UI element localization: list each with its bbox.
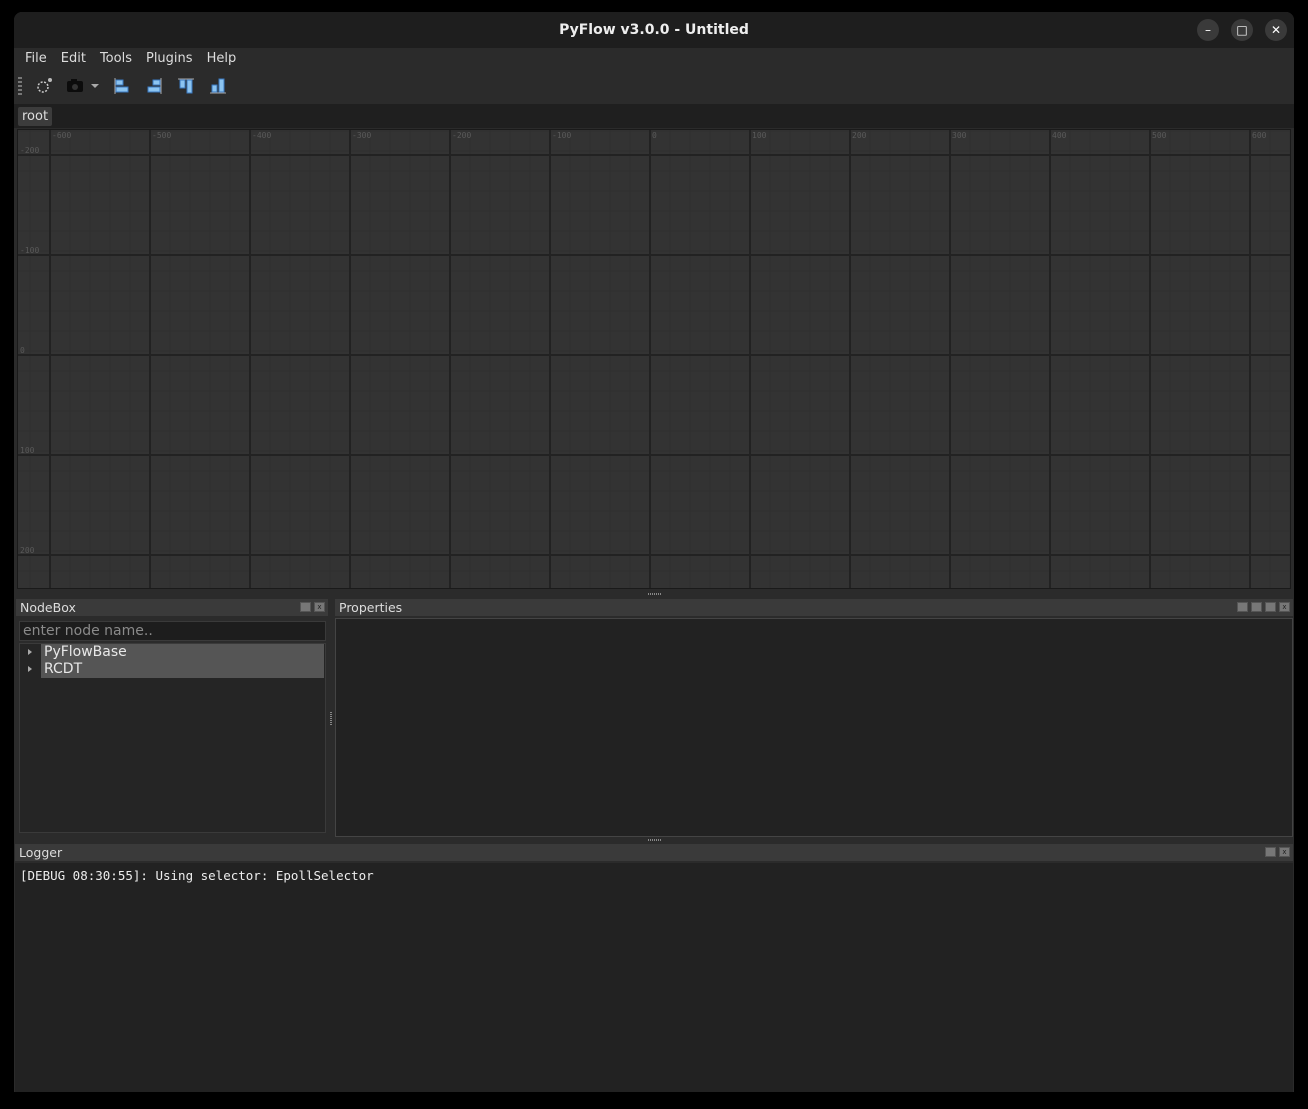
tree-item-pyflowbase[interactable]: PyFlowBase <box>28 644 324 661</box>
close-icon[interactable]: x <box>314 602 325 612</box>
x-ruler-label: -600 <box>52 131 71 140</box>
menu-help[interactable]: Help <box>200 48 244 70</box>
menu-tools[interactable]: Tools <box>93 48 139 70</box>
float-icon[interactable] <box>1265 847 1276 857</box>
x-ruler-label: 300 <box>952 131 967 140</box>
breadcrumb-root[interactable]: root <box>18 107 53 126</box>
menu-edit[interactable]: Edit <box>54 48 93 70</box>
align-top-button[interactable] <box>170 71 202 101</box>
close-button[interactable]: ✕ <box>1265 19 1287 41</box>
graph-breadcrumb: root <box>14 104 1294 128</box>
toolbar-grip[interactable] <box>18 77 22 95</box>
x-ruler-label: -400 <box>252 131 271 140</box>
logger-dock: Logger x [DEBUG 08:30:55]: Using selecto… <box>15 844 1293 1092</box>
vertical-splitter-bottom[interactable] <box>648 839 662 841</box>
properties-title: Properties <box>339 600 403 615</box>
settings-button[interactable] <box>28 71 60 101</box>
align-right-icon <box>147 78 162 94</box>
menu-file[interactable]: File <box>18 48 54 70</box>
y-ruler-label: -200 <box>20 146 39 155</box>
x-ruler-label: 200 <box>852 131 867 140</box>
tree-item-rcdt[interactable]: RCDT <box>28 661 324 678</box>
align-left-button[interactable] <box>106 71 138 101</box>
x-ruler-label: 100 <box>752 131 767 140</box>
close-icon[interactable]: x <box>1279 847 1290 857</box>
align-left-icon <box>114 78 129 94</box>
properties-panel <box>335 618 1293 837</box>
vertical-splitter-top[interactable] <box>648 593 662 595</box>
expand-arrow-icon[interactable] <box>28 666 32 672</box>
menu-plugins[interactable]: Plugins <box>139 48 200 70</box>
settings-icon <box>37 78 52 93</box>
tree-item-label: PyFlowBase <box>44 644 127 660</box>
log-line: [DEBUG 08:30:55]: Using selector: EpollS… <box>20 868 374 883</box>
x-ruler-label: 500 <box>1152 131 1167 140</box>
logger-title: Logger <box>19 845 63 860</box>
x-ruler-label: -300 <box>352 131 371 140</box>
x-ruler-label: -500 <box>152 131 171 140</box>
float-icon[interactable] <box>300 602 311 612</box>
toolbar <box>14 70 1294 102</box>
x-ruler-label: 600 <box>1252 131 1267 140</box>
align-top-icon <box>178 78 194 94</box>
graph-canvas[interactable]: -600 -500 -400 -300 -200 -100 0 100 200 300 400 500… <box>17 129 1291 589</box>
logger-output[interactable]: [DEBUG 08:30:55]: Using selector: EpollS… <box>15 863 1293 1092</box>
maximize-button[interactable]: □ <box>1231 19 1253 41</box>
camera-icon <box>67 79 99 92</box>
lock-icon[interactable] <box>1251 602 1262 612</box>
nodebox-dock: NodeBox x enter node name.. PyFlowBase R… <box>16 599 328 836</box>
nodebox-header: NodeBox x <box>16 599 328 616</box>
y-ruler-label: 200 <box>20 546 35 555</box>
node-search-input[interactable]: enter node name.. <box>19 621 326 641</box>
menubar: File Edit Tools Plugins Help <box>14 48 1294 70</box>
logger-header: Logger x <box>15 844 1293 861</box>
y-ruler-label: -100 <box>20 246 39 255</box>
float-icon[interactable] <box>1265 602 1276 612</box>
properties-header: Properties x <box>335 599 1293 616</box>
y-ruler-label: 0 <box>20 346 25 355</box>
y-ruler-label: 100 <box>20 446 35 455</box>
collapse-icon[interactable] <box>1237 602 1248 612</box>
align-bottom-icon <box>210 78 226 94</box>
expand-arrow-icon[interactable] <box>28 649 32 655</box>
align-right-button[interactable] <box>138 71 170 101</box>
x-ruler-label: 0 <box>652 131 657 140</box>
align-bottom-button[interactable] <box>202 71 234 101</box>
window-title: PyFlow v3.0.0 - Untitled <box>559 22 749 38</box>
nodebox-title: NodeBox <box>20 600 76 615</box>
x-ruler-label: -200 <box>452 131 471 140</box>
title-bar: PyFlow v3.0.0 - Untitled – □ ✕ <box>14 12 1294 48</box>
properties-dock: Properties x <box>335 599 1293 837</box>
node-tree: PyFlowBase RCDT <box>19 643 326 833</box>
horizontal-splitter[interactable] <box>330 712 332 726</box>
x-ruler-label: -100 <box>552 131 571 140</box>
close-icon[interactable]: x <box>1279 602 1290 612</box>
tree-item-label: RCDT <box>44 661 83 677</box>
canvas-grid: -600 -500 -400 -300 -200 -100 0 100 200 300 400 500… <box>18 130 1290 588</box>
x-ruler-label: 400 <box>1052 131 1067 140</box>
app-window: PyFlow v3.0.0 - Untitled – □ ✕ File Edit… <box>14 12 1294 1092</box>
minimize-button[interactable]: – <box>1197 19 1219 41</box>
screenshot-button[interactable] <box>60 71 106 101</box>
